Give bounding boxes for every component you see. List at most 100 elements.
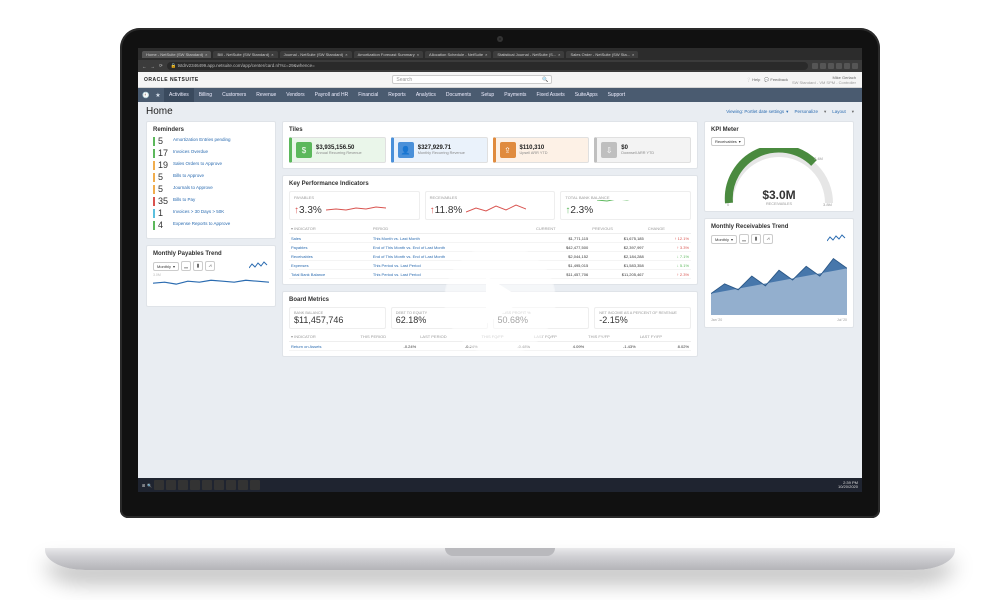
reminder-item[interactable]: 1Invoices > 30 Days > 50K bbox=[153, 209, 269, 218]
help-link[interactable]: ❔ Help bbox=[746, 77, 760, 82]
nav-payments[interactable]: Payments bbox=[499, 88, 531, 102]
browser-tab[interactable]: Sales Order - NetSuite (SW Sta... × bbox=[566, 51, 638, 58]
extension-icon[interactable] bbox=[852, 63, 858, 69]
reminder-label: Journals to Approve bbox=[173, 185, 213, 190]
close-icon[interactable]: × bbox=[271, 52, 273, 57]
reminder-item[interactable]: 4Expense Reports to Approve bbox=[153, 221, 269, 230]
kpi-card[interactable]: TOTAL BANK BALANCE↑2.3% bbox=[560, 191, 691, 220]
nav-reports[interactable]: Reports bbox=[383, 88, 411, 102]
chart-type-area-icon[interactable]: ▁ bbox=[739, 234, 749, 244]
laptop-notch bbox=[445, 548, 555, 556]
star-icon[interactable]: ★ bbox=[152, 92, 164, 99]
reload-icon[interactable]: ⟳ bbox=[159, 63, 163, 69]
nav-activities[interactable]: Activities bbox=[164, 88, 194, 102]
personalize-link[interactable]: Personalize bbox=[794, 109, 818, 115]
reminder-item[interactable]: 5Bills to Approve bbox=[153, 173, 269, 182]
taskbar-app-icon[interactable] bbox=[238, 480, 248, 490]
left-column: Reminders 5Amortization Entries pending1… bbox=[146, 121, 276, 474]
system-tray[interactable]: 2:39 PM 10/20/2020 bbox=[838, 481, 858, 489]
extension-icon[interactable] bbox=[812, 63, 818, 69]
taskbar-app-icon[interactable] bbox=[202, 480, 212, 490]
browser-tab[interactable]: Amortization Forecast Summary × bbox=[354, 51, 423, 58]
chart-type-line-icon[interactable]: ⩘ bbox=[205, 261, 215, 271]
tile-label: Annual Recurring Revenue bbox=[316, 151, 362, 155]
gauge-max: 3.8M bbox=[823, 202, 832, 207]
kpi-card[interactable]: PAYABLES↑3.3% bbox=[289, 191, 420, 220]
search-icon[interactable]: 🔍 bbox=[147, 483, 152, 488]
back-icon[interactable]: ← bbox=[142, 64, 147, 69]
address-bar[interactable]: 🔒 tstdrv2346499.app.netsuite.com/app/cen… bbox=[167, 62, 808, 70]
history-icon[interactable]: 🕘 bbox=[140, 92, 152, 99]
nav-analytics[interactable]: Analytics bbox=[411, 88, 441, 102]
nav-documents[interactable]: Documents bbox=[441, 88, 476, 102]
tile[interactable]: ⇩$0Downsell ARR YTD bbox=[594, 137, 691, 163]
taskbar-app-icon[interactable] bbox=[154, 480, 164, 490]
reminder-label: Invoices Overdue bbox=[173, 149, 208, 154]
nav-support[interactable]: Support bbox=[603, 88, 631, 102]
close-icon[interactable]: × bbox=[417, 52, 419, 57]
taskbar-app-icon[interactable] bbox=[166, 480, 176, 490]
date-settings-dropdown[interactable]: Viewing: Portlet date settings ▾ bbox=[726, 109, 788, 115]
extension-icon[interactable] bbox=[820, 63, 826, 69]
reminder-item[interactable]: 5Amortization Entries pending bbox=[153, 137, 269, 146]
close-icon[interactable]: × bbox=[485, 52, 487, 57]
nav-fixed-assets[interactable]: Fixed Assets bbox=[531, 88, 569, 102]
nav-setup[interactable]: Setup bbox=[476, 88, 499, 102]
taskbar-app-icon[interactable] bbox=[250, 480, 260, 490]
taskbar-app-icon[interactable] bbox=[214, 480, 224, 490]
browser-tab[interactable]: Journal - NetSuite (SW Standard) × bbox=[280, 51, 352, 58]
user-menu[interactable]: Mike Gerlach SW Standard - VM SPM - Cont… bbox=[792, 75, 856, 85]
tile[interactable]: ⇪$110,310Upsell ARR YTD bbox=[493, 137, 590, 163]
trend-range-dropdown[interactable]: Monthly ▾ bbox=[711, 235, 737, 244]
chart-type-line-icon[interactable]: ⩘ bbox=[763, 234, 773, 244]
browser-tab[interactable]: Allocation Schedule - NetSuite × bbox=[425, 51, 491, 58]
nav-payroll[interactable]: Payroll and HR bbox=[310, 88, 354, 102]
taskbar-app-icon[interactable] bbox=[178, 480, 188, 490]
gauge-mid: 2.4M bbox=[814, 156, 823, 161]
chart-type-bar-icon[interactable]: ▮ bbox=[193, 261, 203, 271]
nav-financial[interactable]: Financial bbox=[353, 88, 383, 102]
taskbar-app-icon[interactable] bbox=[190, 480, 200, 490]
browser-tab[interactable]: Home - NetSuite (SW Standard) × bbox=[142, 51, 211, 58]
close-icon[interactable]: × bbox=[558, 52, 560, 57]
browser-tab[interactable]: Statistical Journal - NetSuite (S... × bbox=[493, 51, 564, 58]
gauge-value: $3.0M bbox=[762, 188, 795, 202]
reminder-item[interactable]: 35Bills to Pay bbox=[153, 197, 269, 206]
taskbar-app-icon[interactable] bbox=[226, 480, 236, 490]
thumbnail-chart-icon bbox=[827, 234, 847, 244]
tile-label: Downsell ARR YTD bbox=[621, 151, 654, 155]
play-button[interactable] bbox=[445, 245, 555, 355]
close-icon[interactable]: × bbox=[205, 52, 207, 57]
start-icon[interactable]: ⊞ bbox=[142, 483, 145, 488]
feedback-link[interactable]: 💬 Feedback bbox=[764, 77, 788, 82]
layout-link[interactable]: Layout bbox=[832, 109, 846, 115]
trend-range-dropdown[interactable]: Monthly ▾ bbox=[153, 262, 179, 271]
nav-billing[interactable]: Billing bbox=[194, 88, 217, 102]
nav-revenue[interactable]: Revenue bbox=[251, 88, 281, 102]
chart-type-bar-icon[interactable]: ▮ bbox=[751, 234, 761, 244]
close-icon[interactable]: × bbox=[345, 52, 347, 57]
kpi-card[interactable]: RECEIVABLES↑11.8% bbox=[425, 191, 556, 220]
nav-customers[interactable]: Customers bbox=[217, 88, 251, 102]
board-metric[interactable]: BANK BALANCE$11,457,746 bbox=[289, 307, 386, 329]
reminder-item[interactable]: 17Invoices Overdue bbox=[153, 149, 269, 158]
global-search[interactable]: Search🔍 bbox=[392, 75, 552, 84]
tile[interactable]: 👤$327,929.71Monthly Recurring Revenue bbox=[391, 137, 488, 163]
nav-vendors[interactable]: Vendors bbox=[281, 88, 309, 102]
tile[interactable]: $$3,935,156.50Annual Recurring Revenue bbox=[289, 137, 386, 163]
meter-dropdown[interactable]: Receivables ▾ bbox=[711, 137, 745, 146]
reminder-item[interactable]: 5Journals to Approve bbox=[153, 185, 269, 194]
extension-icon[interactable] bbox=[836, 63, 842, 69]
extension-icon[interactable] bbox=[844, 63, 850, 69]
reminder-item[interactable]: 19Sales Orders to Approve bbox=[153, 161, 269, 170]
gauge-label: RECEIVABLES bbox=[762, 202, 795, 206]
extension-icon[interactable] bbox=[828, 63, 834, 69]
table-row[interactable]: SalesThis Month vs. Last Month$1,771,115… bbox=[289, 234, 691, 243]
nav-suiteapps[interactable]: SuiteApps bbox=[570, 88, 603, 102]
close-icon[interactable]: × bbox=[632, 52, 634, 57]
browser-tab[interactable]: Bill - NetSuite (SW Standard) × bbox=[213, 51, 277, 58]
chart-type-area-icon[interactable]: ▁ bbox=[181, 261, 191, 271]
board-metric[interactable]: NET INCOME AS A PERCENT OF REVENUE-2.15% bbox=[594, 307, 691, 329]
reminders-portlet: Reminders 5Amortization Entries pending1… bbox=[146, 121, 276, 239]
forward-icon[interactable]: → bbox=[151, 64, 156, 69]
